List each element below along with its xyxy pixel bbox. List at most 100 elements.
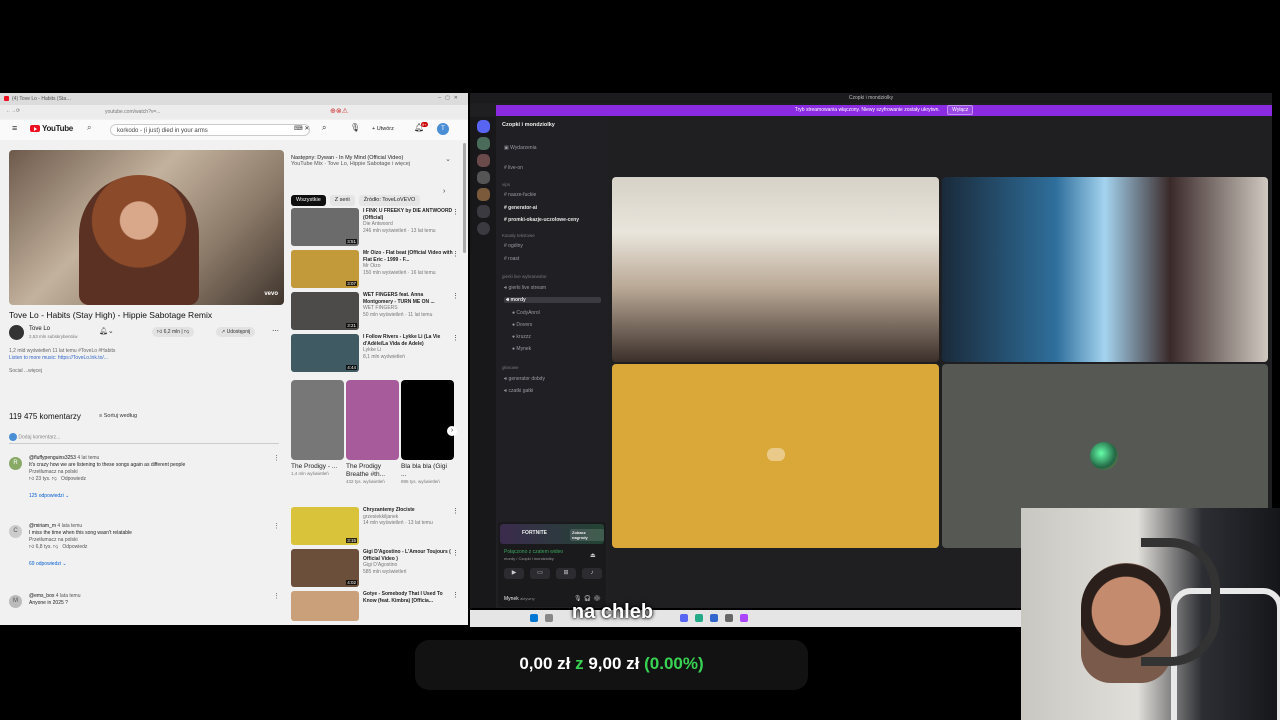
share-button[interactable]: ↗ Udostępnij [216,327,256,337]
banner-disable-button[interactable]: Wyłącz [947,105,974,115]
channel-name[interactable]: Tove Lo [29,326,50,332]
comment-replies[interactable]: 69 odpowiedzi ⌄ [29,561,274,568]
search-icon[interactable]: ⌕ [87,123,91,133]
channel-avatar[interactable] [9,325,24,340]
voice-channel-active[interactable]: 🔊︎ mordy [504,297,601,303]
category-vips[interactable]: vips [502,182,510,187]
extensions-icons[interactable]: ⊕⊗⚠ [330,107,348,115]
nav-back-icon[interactable]: ←→⟳ [6,108,20,114]
rec-more-icon[interactable]: ⋮ [452,208,459,216]
youtube-logo-text[interactable]: YouTube [42,124,73,133]
comment-avatar[interactable]: C [9,525,22,538]
rec-more-icon[interactable]: ⋮ [452,591,459,599]
voice-user[interactable]: ● Dovers [512,322,532,328]
camera-button[interactable]: ▶ [504,568,524,579]
profile-avatar[interactable]: T [437,123,449,135]
voice-user[interactable]: ● Mynek [512,346,531,352]
address-bar[interactable]: ←→⟳ youtube.com/watch?v=... ⊕⊗⚠ [0,105,468,119]
category-games[interactable]: gierki live wybranedne [502,274,547,279]
scrollbar[interactable] [463,143,466,253]
rec-thumbnail[interactable]: 3:15 [291,507,359,545]
channel-item[interactable]: # nasze-fuckie [504,192,536,198]
channel-item[interactable]: # roast [504,256,519,262]
recommended-item[interactable]: 3:07 Mr Oizo - Flat beat (Official Video… [291,250,461,288]
description-link[interactable]: Listen to more music: https://ToveLo.lnk… [9,355,279,362]
comment-user[interactable]: @ems_box [29,593,54,599]
rec-more-icon[interactable]: ⋮ [452,250,459,258]
chip-all[interactable]: Wszystkie [291,195,326,206]
short-thumbnail[interactable] [346,380,399,460]
voice-user[interactable]: ● kruzzz [512,334,531,340]
video-tile[interactable] [612,177,939,362]
server-icon[interactable] [477,205,490,218]
video-tile[interactable] [612,364,939,548]
address-text[interactable]: youtube.com/watch?v=... [105,109,160,115]
game-rewards-button[interactable]: Zobacz nagrody [570,529,604,541]
window-controls[interactable]: –▢✕ [438,95,462,101]
voice-channel[interactable]: 🔊︎ generator dobdy [504,376,545,382]
activities-button[interactable]: ⊞ [556,568,576,579]
comment-translate[interactable]: Przetłumacz na polski [29,537,274,544]
comment-user[interactable]: @fluffypenguins3253 [29,455,76,461]
rec-more-icon[interactable]: ⋮ [452,334,459,342]
autoplay-next[interactable]: Następny: Dywan - In My Mind (Official V… [291,155,461,175]
channel-live-on[interactable]: # live-on [504,165,523,171]
comment-more-icon[interactable]: ⋮ [273,455,280,462]
recommended-item[interactable]: 3:15 Chryzantemy Złociste grzesiekkiljane… [291,507,461,545]
server-name[interactable]: Czopki i mondziolky [502,122,555,128]
events-item[interactable]: ▣ Wydarzenia [504,145,536,151]
sort-button[interactable]: ≡ Sortuj według [99,413,137,419]
video-tile[interactable] [942,177,1268,362]
server-icon[interactable] [477,137,490,150]
voice-status-channel[interactable]: mordy / Czopki i mondziolky [504,556,554,561]
discord-home-icon[interactable] [477,120,490,133]
short-item[interactable]: The Prodigy Breathe #th... 432 tys. wyświ… [346,463,396,484]
short-thumbnail[interactable] [401,380,454,460]
screenshare-button[interactable]: ▭ [530,568,550,579]
server-icon[interactable] [477,154,490,167]
game-activity-card[interactable]: FORTNITE Zobacz nagrody [500,524,604,544]
short-item[interactable]: Bla bla bla (Gigi ... 895 tys. wyświetleń [401,463,451,484]
description-more[interactable]: Social ...więcej [9,368,279,375]
recommended-item[interactable]: 4:44 I Follow Rivers - Lykke Li (La Vie … [291,334,461,372]
comment-translate[interactable]: Przetłumacz na polski [29,469,274,476]
chevron-down-icon[interactable]: ⌄ [445,155,451,163]
rec-thumbnail[interactable]: 3:21 [291,292,359,330]
short-thumbnail[interactable] [291,380,344,460]
chip-series[interactable]: Z serii [329,195,355,206]
recommended-item[interactable]: 3:21 WET FINGERS feat. Anna Montgomery -… [291,292,461,330]
comment-user[interactable]: @miriam_m [29,523,56,529]
mic-icon[interactable]: 🎙︎ [350,123,360,132]
channel-item[interactable]: # promki-okazje-uczolowe-ceny [504,217,579,223]
shorts-next-icon[interactable]: › [447,426,457,436]
voice-channel[interactable]: 🔊︎ gierki live stream [504,285,546,291]
rec-thumbnail[interactable]: 3:07 [291,250,359,288]
menu-icon[interactable]: ≡ [12,123,17,133]
server-icon[interactable] [477,188,490,201]
voice-user[interactable]: ● CodyAnrol [512,310,540,316]
channel-item[interactable]: # ogólny [504,243,523,249]
clear-search-icon[interactable]: ⌨ ✕ [294,125,309,132]
video-description[interactable]: 1,2 mld wyświetleń 11 lat temu #ToveLo #… [9,348,279,388]
rec-more-icon[interactable]: ⋮ [452,549,459,557]
create-button[interactable]: + Utwórz [372,126,394,132]
search-input[interactable]: korkodo - (i just) died in your arms [110,124,310,136]
server-icon[interactable] [477,171,490,184]
category-text[interactable]: Kanały tekstowe [502,233,535,238]
more-actions-icon[interactable]: ⋯ [272,327,279,335]
comment-more-icon[interactable]: ⋮ [273,593,280,600]
disconnect-icon[interactable]: ⏏ [590,552,596,559]
subscribe-bell-icon[interactable]: 🔔︎⌄ [99,327,114,335]
comment-replies[interactable]: 125 odpowiedzi ⌄ [29,493,274,500]
recommended-item[interactable]: 3:51 I FINK U FREEKY by DIE ANTWOORD (Of… [291,208,461,246]
short-item[interactable]: The Prodigy - ... 1,4 mln wyświetleń [291,463,341,476]
rec-thumbnail[interactable]: 4:44 [291,334,359,372]
add-comment-input[interactable]: Dodaj komentarz... [9,433,279,444]
category-voice[interactable]: głosowe [502,365,519,370]
search-button-icon[interactable]: ⌕ [322,123,326,133]
browser-tab-title[interactable]: (4) Tove Lo - Habits (Stay... [12,96,72,102]
chip-source[interactable]: Źródło: ToveLoVEVO [358,195,421,206]
comment-avatar[interactable]: R [9,457,22,470]
soundboard-button[interactable]: ♪ [582,568,602,579]
video-player[interactable]: vevo [9,150,284,305]
